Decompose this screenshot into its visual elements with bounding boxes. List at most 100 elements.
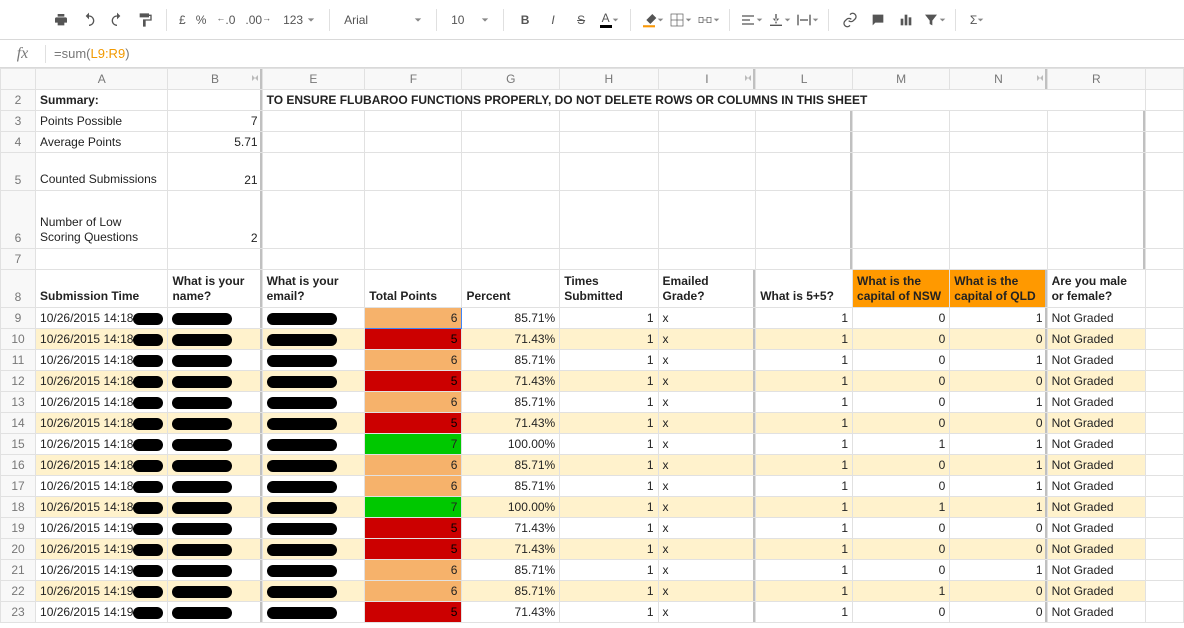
- decrease-decimal-button[interactable]: ←.0: [212, 13, 239, 27]
- cell[interactable]: 1: [560, 476, 658, 497]
- cell[interactable]: Not Graded: [1047, 392, 1146, 413]
- cell-total-points[interactable]: 6: [365, 476, 462, 497]
- cell[interactable]: Submission Time: [36, 270, 168, 308]
- cell[interactable]: 10/26/2015 14:19: [36, 539, 168, 560]
- table-row[interactable]: 15 10/26/2015 14:18 7 100.00% 1 x 1 1 1 …: [1, 434, 1184, 455]
- cell[interactable]: 71.43%: [462, 329, 560, 350]
- cell[interactable]: 100.00%: [462, 434, 560, 455]
- cell[interactable]: [262, 392, 365, 413]
- cell[interactable]: [262, 518, 365, 539]
- cell[interactable]: 1: [853, 581, 950, 602]
- cell[interactable]: 1: [560, 413, 658, 434]
- cell-total-points[interactable]: 7: [365, 434, 462, 455]
- col-header[interactable]: L: [756, 69, 853, 90]
- cell[interactable]: [168, 434, 262, 455]
- cell[interactable]: x: [658, 581, 756, 602]
- grid[interactable]: A B E F G H I L M N R 2Summary:TO ENSURE…: [0, 68, 1184, 623]
- cell[interactable]: Not Graded: [1047, 308, 1146, 329]
- cell[interactable]: x: [658, 455, 756, 476]
- cell-total-points[interactable]: 6: [365, 350, 462, 371]
- cell[interactable]: 1: [950, 560, 1047, 581]
- cell[interactable]: Points Possible: [36, 111, 168, 132]
- bold-button[interactable]: B: [512, 7, 538, 33]
- cell[interactable]: 0: [950, 371, 1047, 392]
- redo-icon[interactable]: [104, 7, 130, 33]
- table-row[interactable]: 16 10/26/2015 14:18 6 85.71% 1 x 1 0 1 N…: [1, 455, 1184, 476]
- number-format-dropdown[interactable]: 123: [277, 13, 321, 27]
- cell[interactable]: Not Graded: [1047, 413, 1146, 434]
- paint-icon[interactable]: [132, 7, 158, 33]
- col-header[interactable]: R: [1047, 69, 1146, 90]
- cell-total-points[interactable]: 6: [365, 308, 462, 329]
- cell[interactable]: 100.00%: [462, 497, 560, 518]
- cell[interactable]: 1: [756, 413, 853, 434]
- cell[interactable]: Not Graded: [1047, 350, 1146, 371]
- cell[interactable]: 10/26/2015 14:18: [36, 308, 168, 329]
- cell[interactable]: 1: [560, 581, 658, 602]
- cell[interactable]: 10/26/2015 14:18: [36, 455, 168, 476]
- cell[interactable]: Not Graded: [1047, 539, 1146, 560]
- table-row[interactable]: 19 10/26/2015 14:19 5 71.43% 1 x 1 0 0 N…: [1, 518, 1184, 539]
- cell[interactable]: 0: [950, 329, 1047, 350]
- cell[interactable]: 0: [853, 329, 950, 350]
- cell[interactable]: 0: [950, 581, 1047, 602]
- cell[interactable]: x: [658, 413, 756, 434]
- cell-total-points[interactable]: 5: [365, 371, 462, 392]
- col-header[interactable]: G: [462, 69, 560, 90]
- cell[interactable]: 10/26/2015 14:18: [36, 413, 168, 434]
- cell-total-points[interactable]: 6: [365, 581, 462, 602]
- cell[interactable]: 85.71%: [462, 560, 560, 581]
- v-align-button[interactable]: [766, 7, 792, 33]
- cell[interactable]: Not Graded: [1047, 329, 1146, 350]
- link-icon[interactable]: [837, 7, 863, 33]
- cell[interactable]: x: [658, 602, 756, 623]
- table-row[interactable]: 14 10/26/2015 14:18 5 71.43% 1 x 1 0 0 N…: [1, 413, 1184, 434]
- cell[interactable]: What is 5+5?: [756, 270, 853, 308]
- cell[interactable]: 10/26/2015 14:19: [36, 518, 168, 539]
- cell[interactable]: 1: [756, 581, 853, 602]
- cell[interactable]: 1: [756, 476, 853, 497]
- col-header[interactable]: B: [168, 69, 262, 90]
- cell[interactable]: 85.71%: [462, 581, 560, 602]
- cell-total-points[interactable]: 5: [365, 539, 462, 560]
- cell[interactable]: x: [658, 392, 756, 413]
- cell[interactable]: Not Graded: [1047, 497, 1146, 518]
- table-row[interactable]: 13 10/26/2015 14:18 6 85.71% 1 x 1 0 1 N…: [1, 392, 1184, 413]
- cell[interactable]: 0: [853, 392, 950, 413]
- cell[interactable]: [262, 581, 365, 602]
- cell[interactable]: TO ENSURE FLUBAROO FUNCTIONS PROPERLY, D…: [262, 90, 1145, 111]
- cell[interactable]: x: [658, 308, 756, 329]
- cell[interactable]: 85.71%: [462, 308, 560, 329]
- cell[interactable]: Summary:: [36, 90, 168, 111]
- col-header[interactable]: H: [560, 69, 658, 90]
- cell-total-points[interactable]: 5: [365, 329, 462, 350]
- fill-color-button[interactable]: [639, 7, 665, 33]
- cell[interactable]: [262, 413, 365, 434]
- cell[interactable]: 1: [560, 329, 658, 350]
- cell[interactable]: 1: [853, 434, 950, 455]
- cell[interactable]: 71.43%: [462, 602, 560, 623]
- cell[interactable]: [262, 455, 365, 476]
- cell[interactable]: [168, 497, 262, 518]
- cell[interactable]: [168, 371, 262, 392]
- cell[interactable]: 1: [756, 497, 853, 518]
- cell[interactable]: 0: [950, 602, 1047, 623]
- cell[interactable]: 1: [756, 518, 853, 539]
- cell[interactable]: 0: [853, 455, 950, 476]
- cell-total-points[interactable]: 5: [365, 602, 462, 623]
- cell[interactable]: 0: [853, 350, 950, 371]
- cell[interactable]: What is your name?: [168, 270, 262, 308]
- cell[interactable]: 0: [853, 560, 950, 581]
- cell[interactable]: 1: [560, 350, 658, 371]
- col-header[interactable]: M: [853, 69, 950, 90]
- cell[interactable]: 0: [950, 413, 1047, 434]
- table-row[interactable]: 10 10/26/2015 14:18 5 71.43% 1 x 1 0 0 N…: [1, 329, 1184, 350]
- cell[interactable]: 1: [560, 539, 658, 560]
- cell[interactable]: 0: [950, 539, 1047, 560]
- cell[interactable]: 10/26/2015 14:18: [36, 329, 168, 350]
- cell[interactable]: 1: [756, 371, 853, 392]
- cell[interactable]: Not Graded: [1047, 455, 1146, 476]
- cell[interactable]: 21: [168, 153, 262, 191]
- merge-button[interactable]: [695, 7, 721, 33]
- cell[interactable]: [168, 329, 262, 350]
